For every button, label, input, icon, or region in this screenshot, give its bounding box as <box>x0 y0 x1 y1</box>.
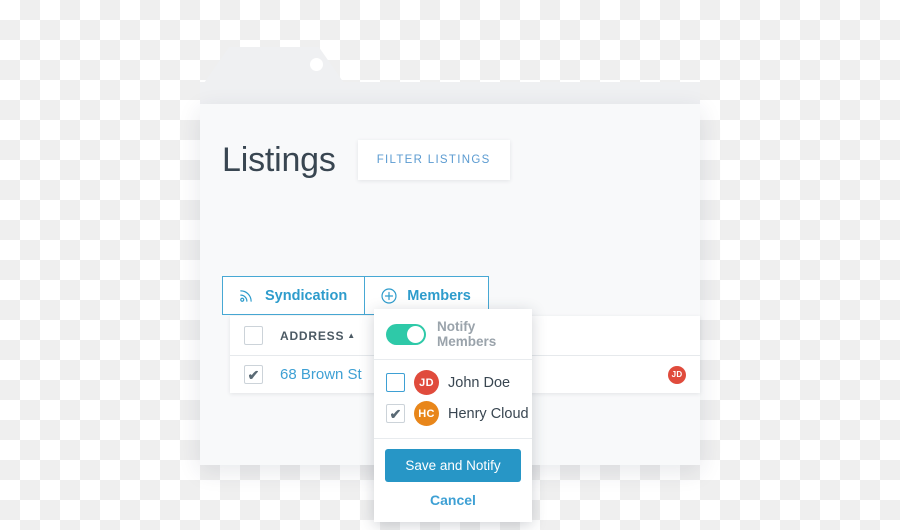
member-list-item-john-doe[interactable]: JD John Doe <box>386 367 520 398</box>
member-list-item-henry-cloud[interactable]: HC Henry Cloud <box>386 398 529 429</box>
syndication-tab-label: Syndication <box>265 287 348 304</box>
notify-members-toggle[interactable] <box>386 323 426 345</box>
page-title: Listings <box>222 141 336 179</box>
member-checkbox-henry-cloud[interactable] <box>386 404 405 423</box>
notify-members-row: Notify Members <box>374 309 532 359</box>
row-address-link[interactable]: 68 Brown St <box>280 366 362 383</box>
sort-ascending-icon: ▲ <box>347 330 356 340</box>
popover-member-list: JD John Doe HC Henry Cloud <box>374 360 532 439</box>
folder-tab <box>204 47 344 83</box>
rss-icon <box>237 286 256 305</box>
popover-notify-section: Notify Members <box>374 309 532 360</box>
row-select-checkbox[interactable] <box>244 365 263 384</box>
listings-card: Listings FILTER LISTINGS Syndication Mem… <box>200 104 700 522</box>
column-header-address[interactable]: ADDRESS ▲ <box>280 329 356 343</box>
popover-actions: Save and Notify Cancel <box>374 439 532 522</box>
folder-header-band <box>200 82 700 104</box>
member-name-henry-cloud: Henry Cloud <box>448 405 529 422</box>
filter-listings-button[interactable]: FILTER LISTINGS <box>357 140 510 180</box>
notify-members-popover: Notify Members JD John Doe HC Henry Clou… <box>374 309 532 522</box>
toggle-knob <box>407 325 424 343</box>
member-avatar-john-doe: JD <box>414 370 439 395</box>
plus-circle-icon <box>379 286 398 305</box>
notify-members-label: Notify Members <box>437 319 497 349</box>
column-header-address-label: ADDRESS <box>280 328 345 343</box>
save-and-notify-button[interactable]: Save and Notify <box>385 449 521 482</box>
syndication-tab[interactable]: Syndication <box>222 276 366 315</box>
members-tab-label: Members <box>407 287 471 304</box>
member-checkbox-john-doe[interactable] <box>386 373 405 392</box>
member-avatar-henry-cloud: HC <box>414 401 439 426</box>
folder-tab-dot-icon <box>310 58 323 71</box>
select-all-checkbox[interactable] <box>244 326 263 345</box>
member-name-john-doe: John Doe <box>448 374 511 391</box>
row-member-avatar[interactable]: JD <box>668 365 686 384</box>
title-row: Listings FILTER LISTINGS <box>222 140 510 180</box>
folder-container: Listings FILTER LISTINGS Syndication Mem… <box>200 47 700 522</box>
cancel-button[interactable]: Cancel <box>385 482 521 510</box>
